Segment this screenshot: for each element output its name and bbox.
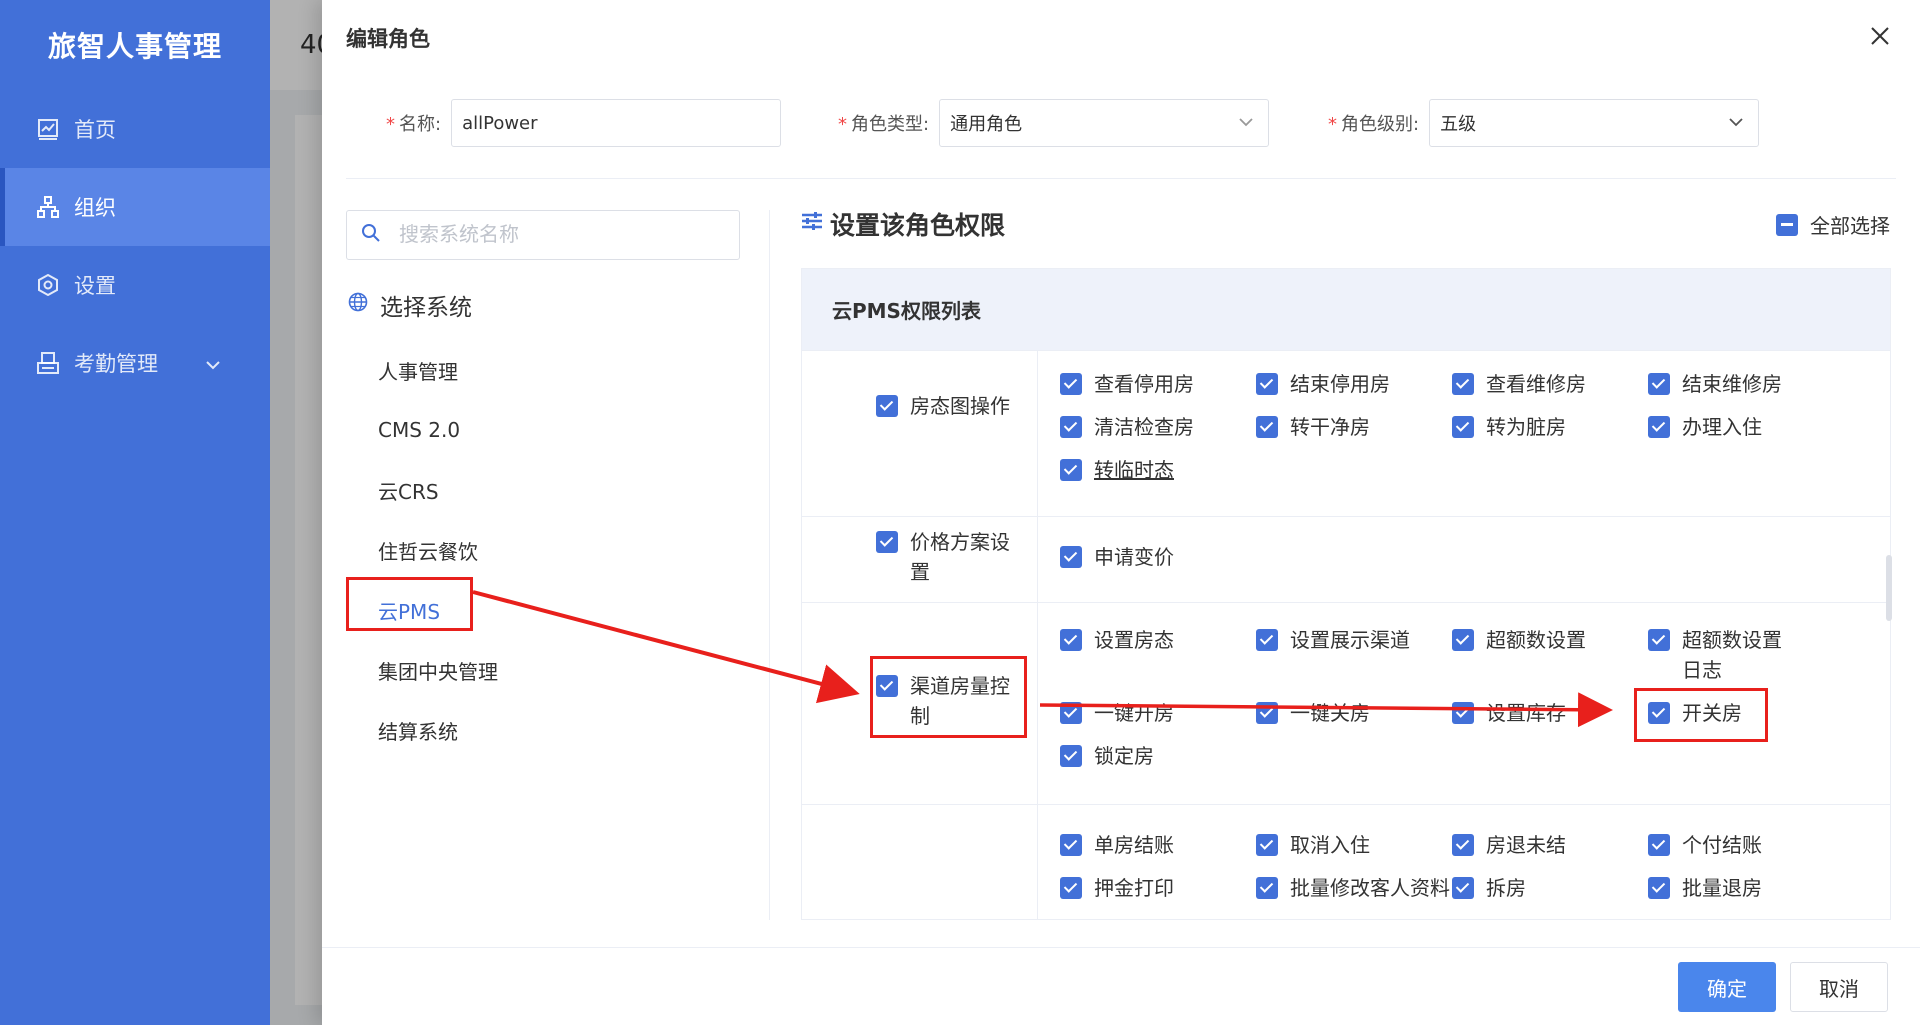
annotation-arrow [472,590,860,704]
annotation-arrow [1039,692,1613,728]
annotation-arrows [472,590,1613,728]
